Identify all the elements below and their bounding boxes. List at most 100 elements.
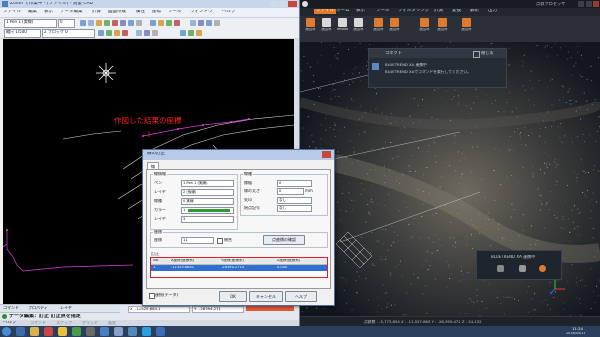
ie-icon[interactable] xyxy=(16,327,25,336)
tool-icon[interactable] xyxy=(196,30,202,36)
skype-icon[interactable] xyxy=(142,327,151,336)
layer2-field[interactable]: 3 xyxy=(181,216,234,223)
start-field[interactable]: なし xyxy=(277,205,312,212)
tool-icon[interactable] xyxy=(152,30,158,36)
tool-icon[interactable] xyxy=(98,30,104,36)
menu-tool[interactable]: ツール xyxy=(168,10,182,15)
coord-table[interactable]: No. X座標(座標系) Y座標(座標系) Z座標(座標系) 1 -11525.… xyxy=(150,257,328,278)
menu-edit[interactable]: 編集 xyxy=(28,10,37,15)
tab-home[interactable]: ホーム xyxy=(336,9,349,14)
snap-indicator[interactable] xyxy=(246,306,294,311)
menu-window[interactable]: ウィンドウ xyxy=(190,10,213,15)
dialog-close-button[interactable] xyxy=(322,151,331,158)
help-button[interactable]: ヘルプ xyxy=(285,291,317,302)
tab-output[interactable]: 出力 xyxy=(488,9,497,14)
tool-icon[interactable] xyxy=(120,20,126,26)
tool-icon[interactable] xyxy=(150,20,156,26)
tool-icon[interactable] xyxy=(158,20,164,26)
settings-icon[interactable] xyxy=(497,265,504,272)
tab-ortho[interactable]: 直交 xyxy=(108,321,116,325)
width-combo[interactable]: 0 xyxy=(58,19,75,28)
tool-icon[interactable] xyxy=(128,20,134,26)
layer-field[interactable]: 2 (仮線) xyxy=(181,189,234,196)
load-button[interactable]: 読込み xyxy=(388,18,401,32)
load-button[interactable]: 読込み xyxy=(436,18,449,32)
tool-icon[interactable] xyxy=(206,20,212,26)
tab-grid[interactable]: グリッド xyxy=(82,321,98,325)
media-icon[interactable] xyxy=(44,327,53,336)
thickness-field[interactable]: 0 xyxy=(277,188,304,195)
tool-icon[interactable] xyxy=(188,30,194,36)
menu-help[interactable]: ヘルプ xyxy=(222,10,236,15)
load-button[interactable]: 読込み xyxy=(460,18,473,32)
linetype-field[interactable]: 0 実線 xyxy=(181,198,234,205)
menu-file[interactable]: ファイル xyxy=(3,10,21,15)
menu-calc[interactable]: 計算 xyxy=(92,10,101,15)
folder-icon[interactable] xyxy=(30,327,39,336)
load-button[interactable]: 読込み xyxy=(352,18,365,32)
tool-icon[interactable] xyxy=(96,20,102,26)
menu-view[interactable]: 表示 xyxy=(44,10,53,15)
tool-icon[interactable] xyxy=(122,30,128,36)
start-button-icon[interactable] xyxy=(2,327,11,336)
tab-command2[interactable]: コマンド xyxy=(30,321,46,325)
tool-icon[interactable] xyxy=(112,20,118,26)
menu-drawing[interactable]: 図面作成 xyxy=(108,10,126,15)
tab-analysis[interactable]: 解析 xyxy=(470,9,479,14)
coord-count-field[interactable]: 11 xyxy=(181,237,214,244)
tool-icon[interactable] xyxy=(144,30,150,36)
close-button[interactable] xyxy=(593,1,599,7)
tool-icon[interactable] xyxy=(114,30,120,36)
tool-icon[interactable] xyxy=(198,20,204,26)
tool-icon[interactable] xyxy=(88,20,94,26)
tab-command[interactable]: コマンド xyxy=(3,306,19,310)
pen-combo[interactable]: 1 Pen 1 (実線) xyxy=(4,19,57,28)
chrome-icon[interactable] xyxy=(58,327,67,336)
pen-field[interactable]: 1 Pen 1 (実線) xyxy=(181,180,234,187)
close-checkbox[interactable] xyxy=(217,238,223,244)
close-button[interactable] xyxy=(288,1,297,7)
tab-tool[interactable]: ツール xyxy=(376,9,390,14)
app-icon[interactable] xyxy=(72,327,81,336)
minimize-button[interactable] xyxy=(578,1,584,7)
tool-icon[interactable] xyxy=(106,30,112,36)
menu-attr[interactable]: 属性 xyxy=(136,10,145,15)
tool-icon[interactable] xyxy=(180,30,186,36)
close-icon[interactable] xyxy=(473,51,480,58)
tab-view[interactable]: 表示 xyxy=(356,9,365,14)
app-icon[interactable] xyxy=(86,327,95,336)
tab-file[interactable]: ファイル xyxy=(314,9,336,14)
load-button[interactable]: 読込み xyxy=(418,18,431,32)
tab-measure[interactable]: 計測 xyxy=(434,9,443,14)
app-icon[interactable] xyxy=(114,327,123,336)
tool-icon[interactable] xyxy=(174,20,180,26)
minimize-button[interactable] xyxy=(270,1,278,7)
tool-icon[interactable] xyxy=(136,30,142,36)
table-row[interactable]: 1 -11525.6841 -28394.2714 0.000 xyxy=(151,265,327,271)
cancel-button[interactable]: キャンセル xyxy=(249,291,283,302)
width-field[interactable]: 0 xyxy=(277,180,312,187)
popup-close[interactable]: 閉じる xyxy=(481,51,494,55)
ok-button[interactable]: OK xyxy=(219,291,247,302)
tab-snap[interactable]: スナップ xyxy=(56,321,72,325)
scale-combo[interactable]: 縮尺 1/500 xyxy=(4,29,41,38)
tab-layer[interactable]: レイヤ xyxy=(60,306,72,310)
tab-help[interactable]: ヘルプ xyxy=(3,321,17,326)
tool-icon[interactable] xyxy=(104,20,110,26)
pause-icon[interactable] xyxy=(519,265,526,272)
color-field[interactable]: 1 xyxy=(181,207,234,214)
arrow-field[interactable]: なし xyxy=(277,197,312,204)
tool-icon[interactable] xyxy=(190,20,196,26)
tool-icon[interactable] xyxy=(136,20,142,26)
block-combo[interactable]: 2 ブロック 0 xyxy=(42,29,95,38)
tool-icon[interactable] xyxy=(80,20,86,26)
menu-data[interactable]: データ編集 xyxy=(60,10,83,15)
load-button[interactable]: 読込み xyxy=(320,18,333,32)
tab-filtering[interactable]: フィルタリング xyxy=(398,9,429,14)
tool-icon[interactable] xyxy=(214,20,220,26)
load-button[interactable]: 読込み xyxy=(372,18,385,32)
tool-icon[interactable] xyxy=(166,20,172,26)
maximize-button[interactable] xyxy=(586,1,592,7)
app-icon[interactable] xyxy=(156,327,165,336)
menu-coord[interactable]: 座標 xyxy=(152,10,161,15)
